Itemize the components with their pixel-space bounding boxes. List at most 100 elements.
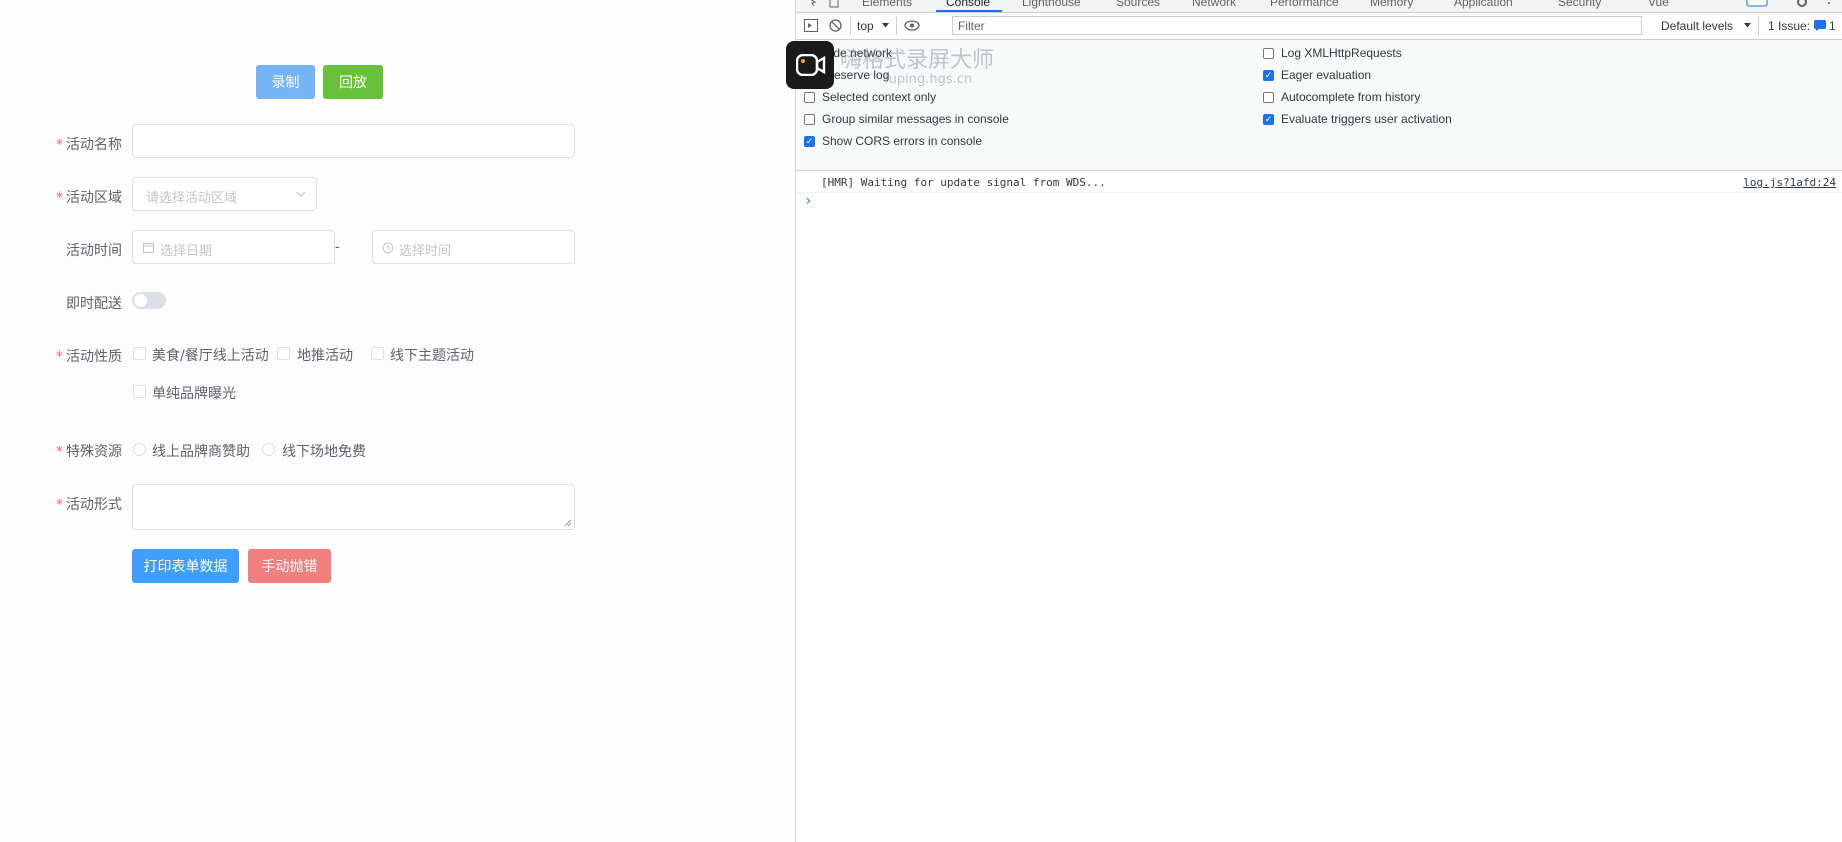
- message-badge-icon[interactable]: [1746, 0, 1768, 8]
- tab-sources[interactable]: Sources: [1116, 0, 1160, 9]
- time-picker-input[interactable]: 选择时间: [372, 230, 575, 264]
- activity-region-select[interactable]: 请选择活动区域: [132, 177, 317, 211]
- nature-option-0: 美食/餐厅线上活动: [152, 348, 269, 364]
- resource-radio-1[interactable]: [262, 443, 275, 456]
- console-filter-input[interactable]: Filter: [952, 16, 1642, 35]
- toolbar-divider: [850, 17, 851, 35]
- context-selector[interactable]: top: [857, 19, 874, 33]
- nature-option-2: 线下主题活动: [390, 348, 474, 364]
- calendar-icon: [143, 243, 154, 253]
- setting-cors-errors[interactable]: ✓ Show CORS errors in console: [804, 134, 982, 148]
- tab-vue[interactable]: Vue: [1648, 0, 1669, 9]
- issue-message-icon: [1814, 20, 1826, 31]
- log-levels-dropdown[interactable]: Default levels: [1661, 19, 1733, 33]
- checkbox[interactable]: [804, 91, 815, 103]
- activity-name-label: * 活动名称: [42, 134, 122, 154]
- eye-icon[interactable]: [904, 20, 920, 31]
- setting-label: Log XMLHttpRequests: [1281, 46, 1402, 60]
- issues-count: 1: [1829, 19, 1836, 33]
- record-button[interactable]: 录制: [256, 65, 315, 99]
- setting-label: Show CORS errors in console: [822, 134, 983, 148]
- console-prompt[interactable]: ›: [804, 193, 812, 209]
- more-options-icon[interactable]: [1826, 0, 1832, 8]
- clear-console-icon[interactable]: [829, 19, 842, 32]
- activity-region-label-text: 活动区域: [66, 190, 122, 206]
- device-toolbar-icon[interactable]: [828, 0, 840, 8]
- caret-down-icon: [1744, 23, 1751, 28]
- tab-application[interactable]: Application: [1454, 0, 1513, 9]
- toolbar-divider: [1758, 17, 1759, 35]
- form-type-label-text: 活动形式: [66, 497, 122, 513]
- checkbox[interactable]: [1263, 91, 1274, 103]
- setting-eager-eval[interactable]: ✓ Eager evaluation: [1263, 68, 1371, 82]
- setting-label: Autocomplete from history: [1281, 90, 1421, 104]
- date-separator: -: [335, 240, 340, 255]
- nature-label: * 活动性质: [42, 346, 122, 366]
- resource-option-0: 线上品牌商赞助: [152, 444, 250, 460]
- setting-user-activation[interactable]: ✓ Evaluate triggers user activation: [1263, 112, 1452, 126]
- activity-name-label-text: 活动名称: [66, 137, 122, 153]
- resize-handle-icon[interactable]: [564, 519, 572, 527]
- nature-label-text: 活动性质: [66, 349, 122, 365]
- delivery-switch[interactable]: [132, 292, 166, 309]
- checkbox-checked[interactable]: ✓: [804, 135, 815, 147]
- nature-checkbox-2[interactable]: [371, 347, 384, 360]
- activity-time-label-text: 活动时间: [66, 243, 122, 259]
- gear-icon[interactable]: [1796, 0, 1808, 8]
- resource-radio-0[interactable]: [133, 443, 146, 456]
- resource-option-1: 线下场地免费: [282, 444, 366, 460]
- tab-memory[interactable]: Memory: [1370, 0, 1413, 9]
- delivery-label-text: 即时配送: [66, 296, 122, 312]
- activity-region-label: * 活动区域: [42, 187, 122, 207]
- tab-performance[interactable]: Performance: [1270, 0, 1339, 9]
- setting-group-similar[interactable]: Group similar messages in console: [804, 112, 1009, 126]
- tab-network[interactable]: Network: [1192, 0, 1236, 9]
- nature-checkbox-3[interactable]: [133, 385, 146, 398]
- nature-checkbox-0[interactable]: [133, 347, 146, 360]
- checkbox-checked[interactable]: ✓: [1263, 69, 1274, 81]
- checkbox[interactable]: [1263, 47, 1274, 59]
- console-source-link[interactable]: log.js?1afd:24: [1743, 176, 1836, 189]
- setting-label: Selected context only: [822, 90, 937, 104]
- time-placeholder: 选择时间: [399, 244, 452, 259]
- caret-down-icon: [882, 23, 889, 28]
- toolbar-divider: [896, 17, 897, 35]
- setting-autocomplete[interactable]: Autocomplete from history: [1263, 90, 1420, 104]
- console-toolbar: top Filter Default levels 1 Issue: 1: [796, 13, 1842, 40]
- chevron-down-icon: [296, 191, 306, 197]
- nature-option-3: 单纯品牌曝光: [152, 386, 236, 402]
- form-type-textarea[interactable]: [132, 484, 575, 530]
- throw-error-button[interactable]: 手动抛错: [248, 549, 331, 583]
- resource-label-text: 特殊资源: [66, 444, 122, 460]
- clock-icon: [382, 242, 394, 254]
- nature-checkbox-1[interactable]: [277, 347, 290, 360]
- console-message-row: [HMR] Waiting for update signal from WDS…: [796, 172, 1842, 193]
- switch-knob: [134, 294, 147, 307]
- console-message-text: [HMR] Waiting for update signal from WDS…: [821, 176, 1106, 189]
- setting-selected-context[interactable]: Selected context only: [804, 90, 936, 104]
- tab-security[interactable]: Security: [1558, 0, 1601, 9]
- form-type-label: * 活动形式: [42, 494, 122, 514]
- watermark-url: luping.hgs.cn: [885, 72, 973, 87]
- setting-label: Evaluate triggers user activation: [1281, 112, 1452, 126]
- watermark-title: 嗨格式录屏大师: [840, 48, 995, 73]
- tab-lighthouse[interactable]: Lighthouse: [1022, 0, 1081, 9]
- devtools-tabbar: Elements Console Lighthouse Sources Netw…: [796, 0, 1842, 13]
- camera-icon: [796, 54, 826, 76]
- replay-button[interactable]: 回放: [323, 65, 383, 99]
- sidebar-toggle-icon[interactable]: [804, 19, 818, 32]
- issues-counter[interactable]: 1 Issue:: [1768, 19, 1810, 33]
- recorder-logo: [786, 41, 834, 89]
- inspect-icon[interactable]: [806, 0, 818, 8]
- setting-log-xhr[interactable]: Log XMLHttpRequests: [1263, 46, 1402, 60]
- required-mark: *: [56, 444, 63, 460]
- checkbox[interactable]: [804, 113, 815, 125]
- region-placeholder: 请选择活动区域: [146, 191, 238, 206]
- tab-elements[interactable]: Elements: [862, 0, 912, 9]
- date-picker-input[interactable]: 选择日期: [132, 230, 335, 264]
- print-form-button[interactable]: 打印表单数据: [132, 549, 239, 583]
- resource-label: * 特殊资源: [42, 441, 122, 461]
- tab-console[interactable]: Console: [946, 0, 990, 9]
- activity-name-input[interactable]: [132, 124, 575, 158]
- checkbox-checked[interactable]: ✓: [1263, 113, 1274, 125]
